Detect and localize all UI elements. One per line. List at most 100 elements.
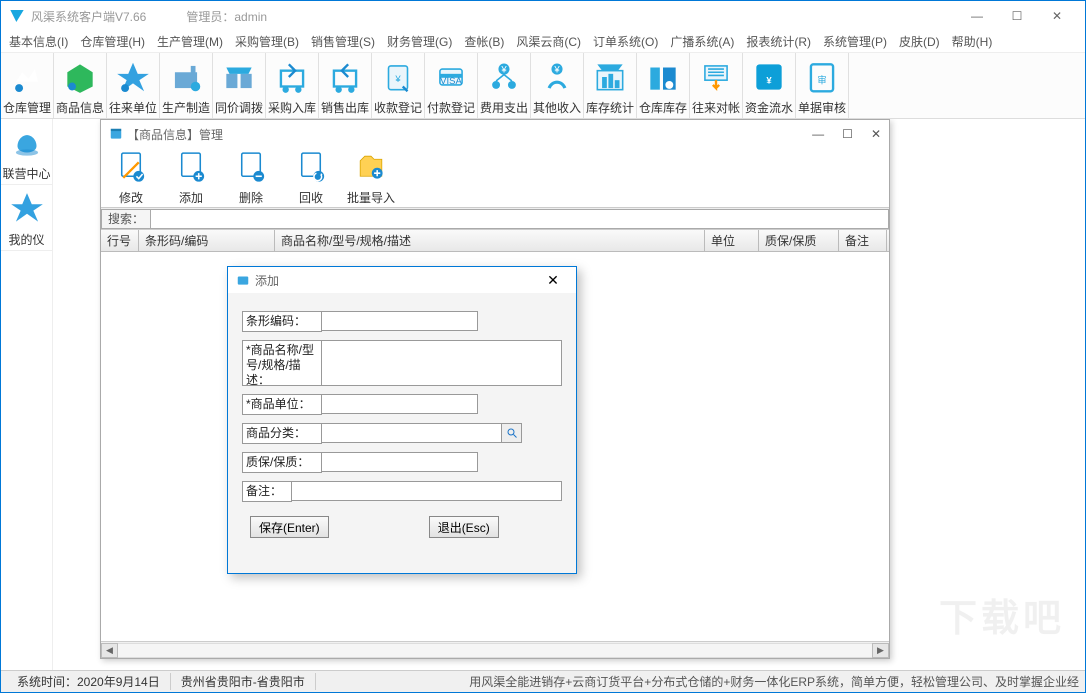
tb-other-income-icon: ¥: [537, 57, 577, 97]
tb-payment-reg-icon: VISA: [431, 57, 471, 97]
tb-reconcile-icon: [696, 57, 736, 97]
menu-finance[interactable]: 财务管理(G): [381, 31, 458, 52]
close-button[interactable]: ✕: [1037, 2, 1077, 30]
tb-reconcile[interactable]: 往来对帐: [690, 53, 743, 118]
menu-sales[interactable]: 销售管理(S): [305, 31, 381, 52]
cbtn-import[interactable]: 批量导入: [343, 151, 399, 204]
menu-system[interactable]: 系统管理(P): [817, 31, 893, 52]
dialog-close-button[interactable]: ✕: [538, 272, 568, 289]
menu-skin[interactable]: 皮肤(D): [893, 31, 946, 52]
horizontal-scrollbar[interactable]: ◀ ▶: [101, 641, 889, 658]
menu-report[interactable]: 报表统计(R): [740, 31, 817, 52]
col-3[interactable]: 单位: [705, 230, 759, 251]
side-dashboard[interactable]: 我的仪: [1, 185, 52, 251]
svg-text:¥: ¥: [394, 74, 401, 85]
tb-stock-stats-icon: [590, 57, 630, 97]
tb-payment-reg-label: 付款登记: [427, 99, 475, 116]
cbtn-delete-label: 删除: [239, 189, 263, 206]
minimize-button[interactable]: —: [957, 2, 997, 30]
tb-expense-icon: ¥: [484, 57, 524, 97]
tb-manufacture[interactable]: 生产制造: [160, 53, 213, 118]
tb-doc-audit[interactable]: 审 单据审核: [796, 53, 849, 118]
tb-receive-reg[interactable]: ¥ 收款登记: [372, 53, 425, 118]
scroll-left-arrow-icon[interactable]: ◀: [101, 643, 118, 658]
status-time: 系统时间：2020年9月14日: [7, 673, 171, 690]
status-right-text: 用风渠全能进销存+云商订货平台+分布式仓储的+财务一体化ERP系统，简单方便，轻…: [469, 673, 1079, 690]
childwin-min-button[interactable]: —: [812, 127, 824, 141]
tb-product-info-label: 商品信息: [56, 99, 104, 116]
cbtn-recycle[interactable]: 回收: [283, 151, 339, 204]
statusbar: 系统时间：2020年9月14日 贵州省贵阳市-省贵阳市 用风渠全能进销存+云商订…: [1, 670, 1085, 692]
side-affiliate-label: 联营中心: [2, 165, 50, 182]
childwin-close-button[interactable]: ✕: [871, 127, 881, 141]
dialog-titlebar: 添加 ✕: [228, 267, 576, 293]
col-2[interactable]: 商品名称/型号/规格/描述: [275, 230, 705, 251]
dialog-title: 添加: [255, 272, 279, 289]
tb-sales-out[interactable]: 销售出库: [319, 53, 372, 118]
status-location: 贵州省贵阳市-省贵阳市: [171, 673, 316, 690]
inp-unit[interactable]: [322, 394, 478, 414]
menu-purchase[interactable]: 采购管理(B): [229, 31, 305, 52]
col-0[interactable]: 行号: [101, 230, 139, 251]
cbtn-edit-icon: [115, 150, 147, 187]
menu-warehouse[interactable]: 仓库管理(H): [74, 31, 151, 52]
menu-production[interactable]: 生产管理(M): [151, 31, 229, 52]
tb-product-info[interactable]: 商品信息: [54, 53, 107, 118]
dialog-form: 条形编码： *商品名称/型号/规格/描述： *商品单位： 商品分类： 质保/保质…: [228, 293, 576, 546]
cbtn-edit[interactable]: 修改: [103, 151, 159, 204]
svg-text:VISA: VISA: [440, 76, 462, 87]
inp-category[interactable]: [322, 423, 502, 443]
tb-payment-reg[interactable]: VISA 付款登记: [425, 53, 478, 118]
col-4[interactable]: 质保/保质: [759, 230, 839, 251]
tb-other-income[interactable]: ¥ 其他收入: [531, 53, 584, 118]
search-input[interactable]: [151, 209, 889, 229]
side-dashboard-label: 我的仪: [8, 231, 44, 248]
cbtn-import-label: 批量导入: [347, 189, 395, 206]
tb-contacts[interactable]: 往来单位: [107, 53, 160, 118]
tb-warehouse-stock[interactable]: 仓库库存: [637, 53, 690, 118]
col-5[interactable]: 备注: [839, 230, 887, 251]
tb-purchase-in[interactable]: 采购入库: [266, 53, 319, 118]
scrollbar-track[interactable]: [118, 643, 872, 658]
inp-warranty[interactable]: [322, 452, 478, 472]
menu-broadcast[interactable]: 广播系统(A): [664, 31, 740, 52]
tb-cashflow[interactable]: ¥ 资金流水: [743, 53, 796, 118]
menu-cloud[interactable]: 风渠云商(C): [510, 31, 587, 52]
exit-button[interactable]: 退出(Esc): [429, 516, 499, 538]
tb-expense-label: 费用支出: [480, 99, 528, 116]
cbtn-add[interactable]: 添加: [163, 151, 219, 204]
childwin-toolbar: 修改添加删除 回收批量导入: [101, 148, 889, 208]
tb-expense[interactable]: ¥ 费用支出: [478, 53, 531, 118]
scroll-right-arrow-icon[interactable]: ▶: [872, 643, 889, 658]
tb-transfer[interactable]: 同价调拨: [213, 53, 266, 118]
col-1[interactable]: 条形码/编码: [139, 230, 275, 251]
menu-order[interactable]: 订单系统(O): [587, 31, 664, 52]
childwin-max-button[interactable]: ☐: [842, 127, 853, 141]
childwin-icon: [109, 127, 123, 141]
childwin-titlebar: 【商品信息】管理 — ☐ ✕: [101, 120, 889, 148]
admin-label: 管理员：admin: [186, 8, 267, 25]
cbtn-delete[interactable]: 删除: [223, 151, 279, 204]
menubar: 基本信息(I) 仓库管理(H) 生产管理(M) 采购管理(B) 销售管理(S) …: [1, 31, 1085, 53]
browse-category-button[interactable]: [502, 423, 522, 443]
inp-name[interactable]: [322, 340, 562, 386]
menu-basic[interactable]: 基本信息(I): [3, 31, 74, 52]
tb-cashflow-label: 资金流水: [745, 99, 793, 116]
lab-remark: 备注：: [242, 481, 292, 502]
lab-barcode: 条形编码：: [242, 311, 322, 332]
inp-remark[interactable]: [292, 481, 562, 501]
tb-manufacture-icon: [166, 57, 206, 97]
svg-text:¥: ¥: [500, 64, 507, 75]
add-dialog: 添加 ✕ 条形编码： *商品名称/型号/规格/描述： *商品单位： 商品分类： …: [227, 266, 577, 574]
maximize-button[interactable]: ☐: [997, 2, 1037, 30]
tb-warehouse-mgmt[interactable]: 仓库管理: [1, 53, 54, 118]
side-dashboard-icon: [7, 189, 47, 229]
menu-accounts[interactable]: 查帐(B): [458, 31, 510, 52]
tb-stock-stats[interactable]: 库存统计: [584, 53, 637, 118]
menu-help[interactable]: 帮助(H): [946, 31, 999, 52]
inp-barcode[interactable]: [322, 311, 478, 331]
tb-other-income-label: 其他收入: [533, 99, 581, 116]
save-button[interactable]: 保存(Enter): [250, 516, 329, 538]
svg-text:¥: ¥: [766, 75, 772, 86]
side-affiliate[interactable]: 联营中心: [1, 119, 52, 185]
